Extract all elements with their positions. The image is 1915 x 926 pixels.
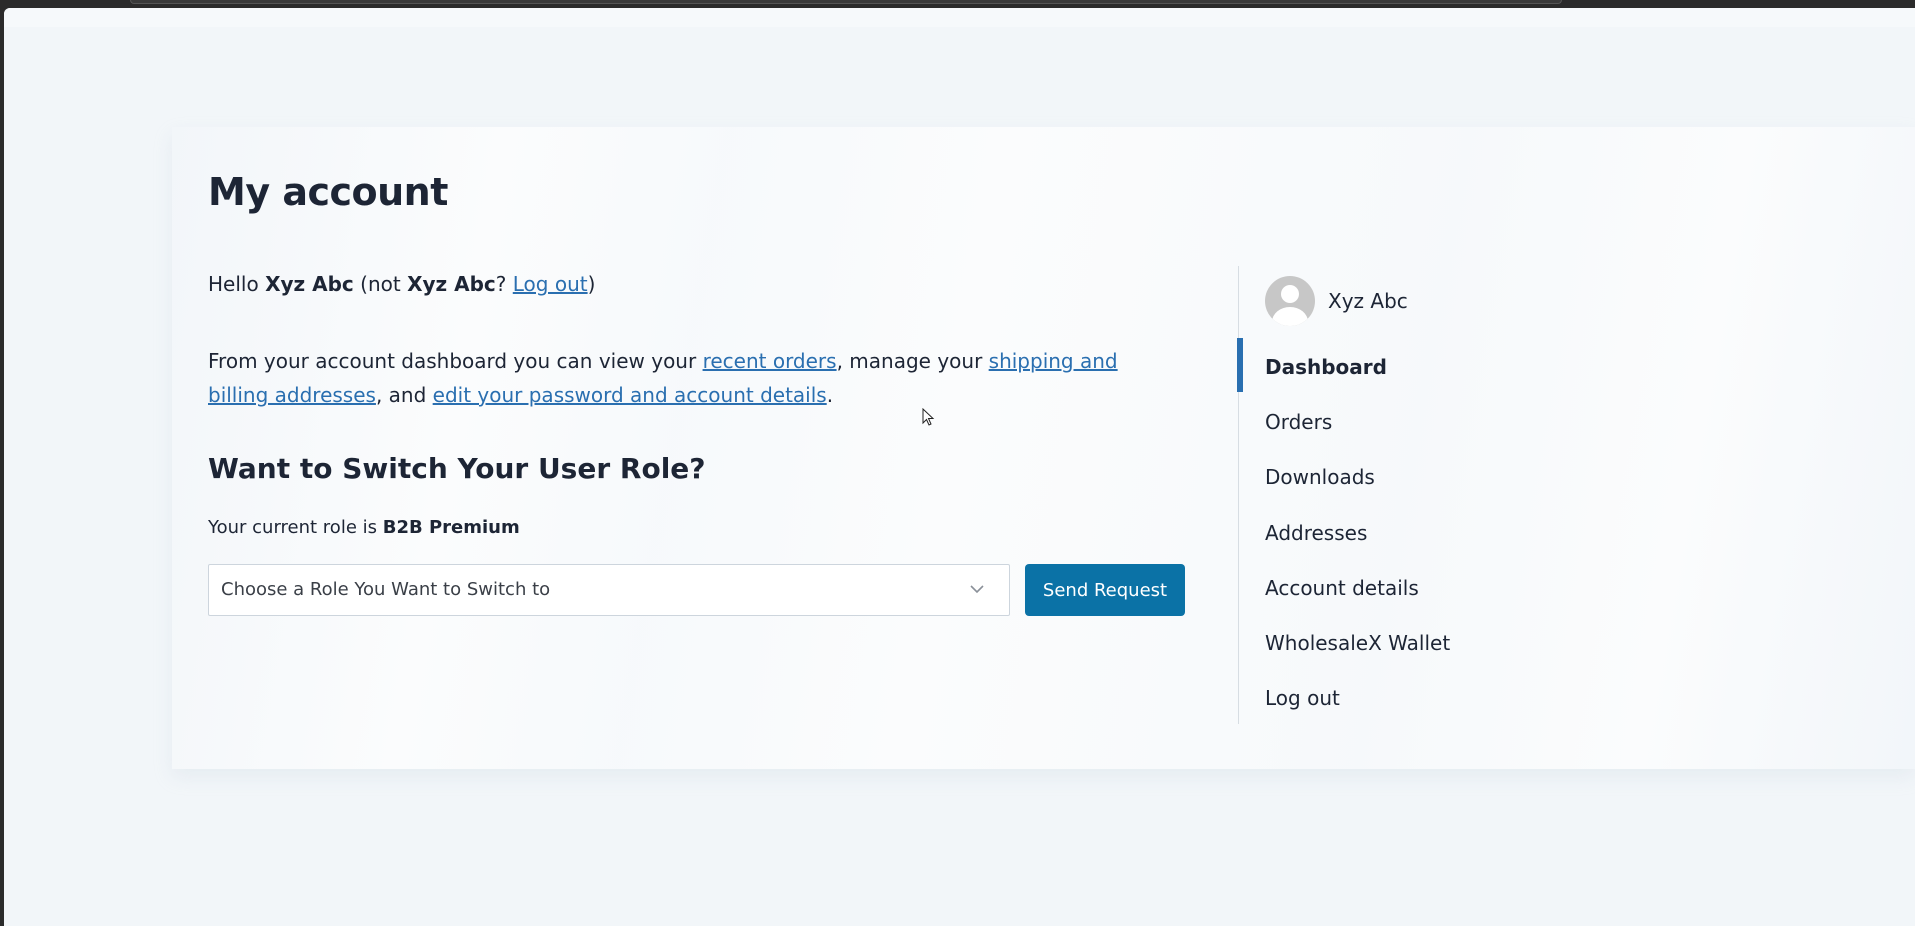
intro-text-1: From your account dashboard you can view… — [208, 349, 697, 373]
current-role-value: B2B Premium — [382, 517, 520, 538]
nav-item-dashboard[interactable]: Dashboard — [1265, 355, 1387, 379]
avatar-body-shape — [1272, 307, 1308, 326]
page-title: My account — [208, 170, 448, 214]
role-switch-title: Want to Switch Your User Role? — [208, 452, 706, 485]
greeting-logout-link[interactable]: Log out — [513, 272, 588, 296]
intro-text-2: , manage your — [836, 349, 983, 373]
nav-item-orders[interactable]: Orders — [1265, 410, 1332, 434]
site-header-band — [4, 8, 1915, 27]
greeting-line: Hello Xyz Abc (not Xyz Abc? Log out) — [208, 272, 595, 296]
current-role-label: Your current role is — [208, 517, 377, 538]
dashboard-intro: From your account dashboard you can view… — [208, 344, 1138, 412]
recent-orders-link[interactable]: recent orders — [703, 349, 837, 373]
chevron-down-icon — [970, 585, 984, 594]
role-select-placeholder: Choose a Role You Want to Switch to — [221, 579, 551, 600]
browser-tab-strip — [130, 0, 1562, 4]
intro-text-4: . — [826, 383, 834, 407]
account-navigation: Xyz Abc Dashboard Orders Downloads Addre… — [1237, 266, 1539, 724]
greeting-question: ? — [495, 272, 507, 296]
browser-top-bar — [0, 0, 1915, 8]
nav-item-log-out[interactable]: Log out — [1265, 686, 1340, 710]
mouse-cursor-icon — [922, 408, 935, 426]
account-card — [172, 127, 1915, 769]
profile-name: Xyz Abc — [1328, 289, 1408, 313]
card-background — [172, 127, 1915, 769]
nav-active-indicator — [1237, 338, 1243, 392]
nav-item-downloads[interactable]: Downloads — [1265, 465, 1375, 489]
edit-account-details-link[interactable]: edit your password and account details — [433, 383, 827, 407]
nav-profile: Xyz Abc — [1265, 276, 1408, 326]
nav-item-account-details[interactable]: Account details — [1265, 576, 1419, 600]
intro-text-3: , and — [375, 383, 427, 407]
greeting-user-name: Xyz Abc — [265, 272, 354, 296]
avatar-head-shape — [1281, 285, 1299, 303]
greeting-not-open: (not — [360, 272, 401, 296]
role-select-dropdown[interactable]: Choose a Role You Want to Switch to — [208, 564, 1010, 616]
nav-item-addresses[interactable]: Addresses — [1265, 521, 1367, 545]
greeting-close: ) — [587, 272, 596, 296]
nav-item-wholesalex-wallet[interactable]: WholesaleX Wallet — [1265, 631, 1450, 655]
avatar — [1265, 276, 1315, 326]
greeting-hello: Hello — [208, 272, 259, 296]
send-request-button[interactable]: Send Request — [1025, 564, 1185, 616]
current-role-line: Your current role is B2B Premium — [208, 517, 520, 538]
greeting-not-name: Xyz Abc — [407, 272, 496, 296]
